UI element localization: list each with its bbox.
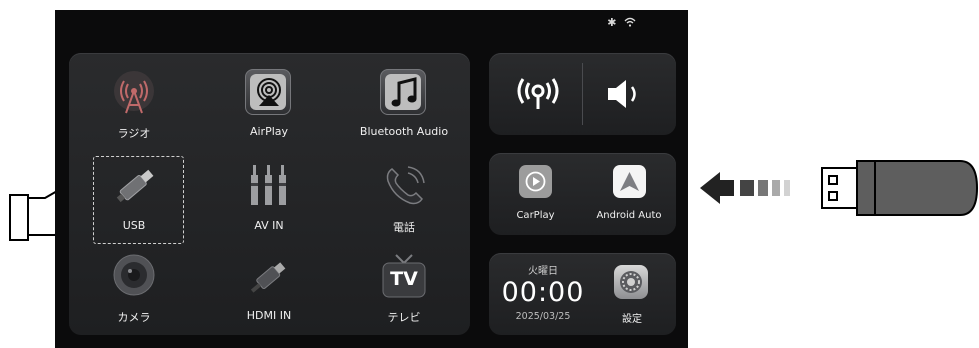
clock-time: 00:00 bbox=[501, 277, 585, 308]
android-auto-tile[interactable]: Android Auto bbox=[582, 153, 676, 235]
insert-arrow-icon bbox=[700, 172, 790, 204]
carplay-tile[interactable]: CarPlay bbox=[489, 153, 582, 235]
gear-icon bbox=[614, 265, 648, 299]
divider bbox=[582, 63, 583, 125]
app-tile-av-in[interactable]: AV IN bbox=[204, 161, 334, 251]
app-label: ラジオ bbox=[117, 127, 151, 140]
app-label: テレビ bbox=[387, 311, 421, 324]
android-auto-icon bbox=[613, 165, 646, 198]
app-tile-phone[interactable]: 電話 bbox=[339, 161, 469, 251]
app-label: AV IN bbox=[254, 219, 284, 232]
broadcast-icon[interactable] bbox=[513, 73, 563, 113]
app-label: HDMI IN bbox=[246, 309, 292, 322]
status-bar: ✱ bbox=[607, 16, 636, 29]
tv-icon-text: TV bbox=[390, 268, 418, 290]
airplay-icon bbox=[245, 69, 293, 117]
app-tile-camera[interactable]: カメラ bbox=[69, 251, 199, 341]
settings-label: 設定 bbox=[622, 314, 642, 325]
wifi-icon bbox=[624, 17, 636, 27]
rca-cable-icon bbox=[251, 165, 286, 205]
tv-icon: TV bbox=[380, 253, 428, 301]
phone-icon bbox=[386, 166, 425, 205]
app-tile-bluetooth-audio[interactable]: Bluetooth Audio bbox=[339, 67, 469, 157]
date-text: 2025/03/25 bbox=[515, 311, 571, 322]
app-tile-tv[interactable]: TV テレビ bbox=[339, 251, 469, 341]
carplay-icon bbox=[519, 165, 552, 198]
settings-button[interactable]: 設定 bbox=[597, 263, 667, 329]
app-label: Bluetooth Audio bbox=[359, 125, 449, 138]
music-note-icon bbox=[380, 69, 428, 117]
radio-tower-icon bbox=[114, 71, 154, 114]
quick-controls-panel bbox=[489, 53, 676, 135]
weekday-text: 火曜日 bbox=[528, 266, 558, 277]
usb-highlight-box bbox=[93, 156, 184, 244]
speaker-icon[interactable] bbox=[606, 77, 650, 111]
app-label: AirPlay bbox=[249, 125, 289, 138]
projection-panel: CarPlay Android Auto bbox=[489, 153, 676, 235]
app-label: 電話 bbox=[393, 221, 415, 234]
app-tile-radio[interactable]: ラジオ bbox=[69, 67, 199, 157]
clock-settings-panel: 火曜日 00:00 2025/03/25 設定 bbox=[489, 253, 676, 335]
hdmi-cable-icon bbox=[250, 262, 286, 293]
camera-lens-icon bbox=[113, 254, 155, 296]
android-auto-label: Android Auto bbox=[596, 210, 662, 221]
usb-drive-icon bbox=[821, 160, 979, 216]
app-label: カメラ bbox=[117, 311, 151, 324]
bluetooth-icon: ✱ bbox=[607, 16, 619, 29]
app-tile-hdmi-in[interactable]: HDMI IN bbox=[204, 251, 334, 341]
app-tile-airplay[interactable]: AirPlay bbox=[204, 67, 334, 157]
carplay-label: CarPlay bbox=[516, 210, 555, 221]
